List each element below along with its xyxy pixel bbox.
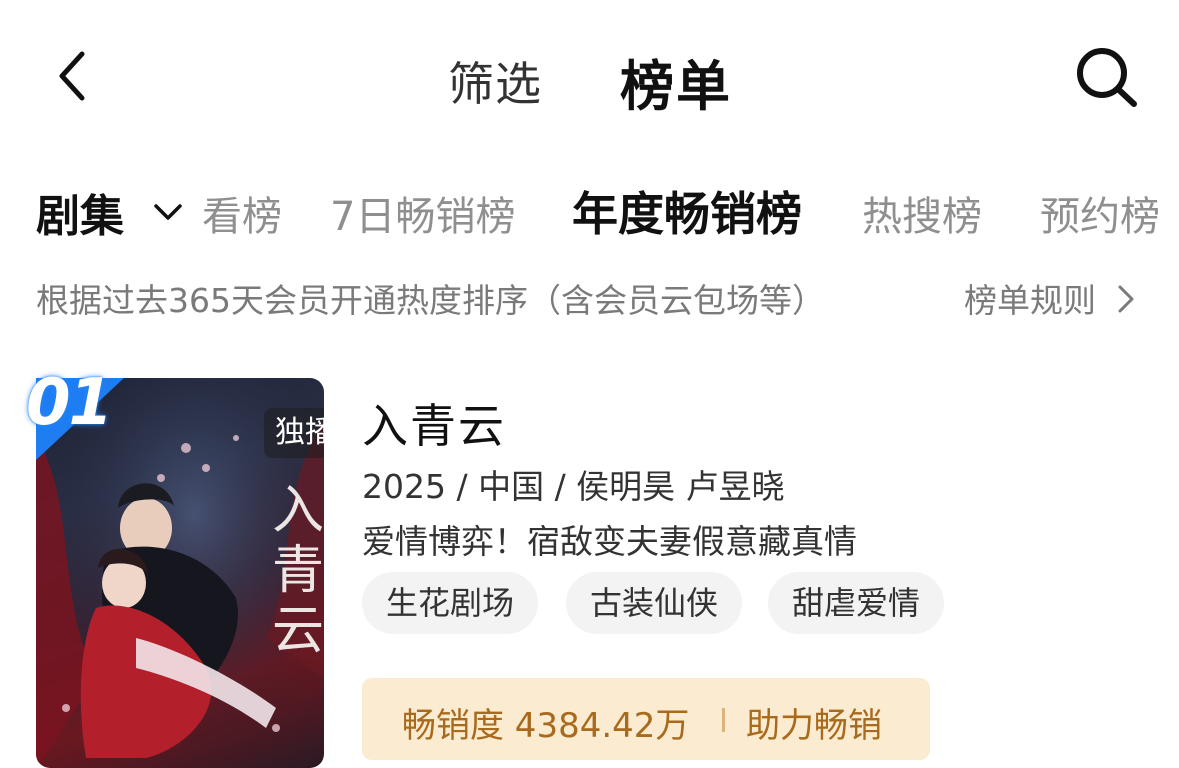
ranking-description-row: 根据过去365天会员开通热度排序（含会员云包场等） 榜单规则: [0, 270, 1179, 324]
svg-text:青: 青: [272, 541, 324, 601]
exclusive-badge: 独播: [264, 408, 324, 458]
ranking-list-item[interactable]: 入 青 云 独播 01 入青云 2025 / 中国 / 侯明昊 卢昱晓 爱情博弈…: [0, 360, 1179, 768]
show-meta: 2025 / 中国 / 侯明昊 卢昱晓: [362, 467, 785, 506]
chevron-down-icon: [154, 204, 182, 220]
svg-text:云: 云: [272, 601, 324, 661]
tab-kanbang[interactable]: 看榜: [202, 184, 282, 242]
sales-index: 畅销度 4384.42万: [402, 706, 690, 746]
boost-sales-button[interactable]: 助力畅销: [746, 698, 882, 747]
tag-chip[interactable]: 古装仙侠: [566, 572, 743, 634]
tab-7day-bestseller[interactable]: 7日畅销榜: [330, 184, 515, 242]
tab-hot-search[interactable]: 热搜榜: [862, 184, 982, 242]
top-navigation-bar: 筛选 榜单: [0, 0, 1179, 150]
nav-ranking-tab[interactable]: 榜单: [620, 42, 732, 121]
nav-filter-tab[interactable]: 筛选: [448, 48, 542, 114]
back-button[interactable]: [40, 40, 110, 110]
tag-chip[interactable]: 甜虐爱情: [768, 572, 945, 634]
app-root: 筛选 榜单 剧集 看榜 7日畅销榜 年度畅销榜 热搜榜 预约榜 根据过去365天…: [0, 0, 1179, 768]
ranking-tabs: 剧集 看榜 7日畅销榜 年度畅销榜 热搜榜 预约榜: [0, 176, 1179, 246]
ranking-rules-link[interactable]: 榜单规则: [964, 274, 1096, 322]
chevron-left-icon: [59, 51, 85, 101]
search-button[interactable]: [1070, 40, 1144, 114]
show-tagline: 爱情博弈！宿敌变夫妻假意藏真情: [362, 522, 857, 561]
svg-text:入: 入: [272, 481, 324, 541]
rules-arrow[interactable]: [1114, 282, 1138, 316]
chevron-right-icon: [1118, 285, 1134, 313]
tab-reservation[interactable]: 预约榜: [1040, 184, 1160, 242]
sales-bar[interactable]: 畅销度 4384.42万 助力畅销: [362, 678, 930, 760]
tag-chip[interactable]: 生花剧场: [362, 572, 539, 634]
category-dropdown-button[interactable]: [150, 194, 186, 230]
tab-annual-bestseller[interactable]: 年度畅销榜: [572, 178, 802, 244]
category-selector[interactable]: 剧集: [36, 180, 124, 244]
show-title[interactable]: 入青云: [362, 390, 506, 456]
ranking-description: 根据过去365天会员开通热度排序（含会员云包场等）: [36, 281, 825, 320]
search-icon: [1077, 48, 1137, 107]
rank-number: 01: [26, 366, 113, 440]
sales-divider: [722, 708, 725, 732]
